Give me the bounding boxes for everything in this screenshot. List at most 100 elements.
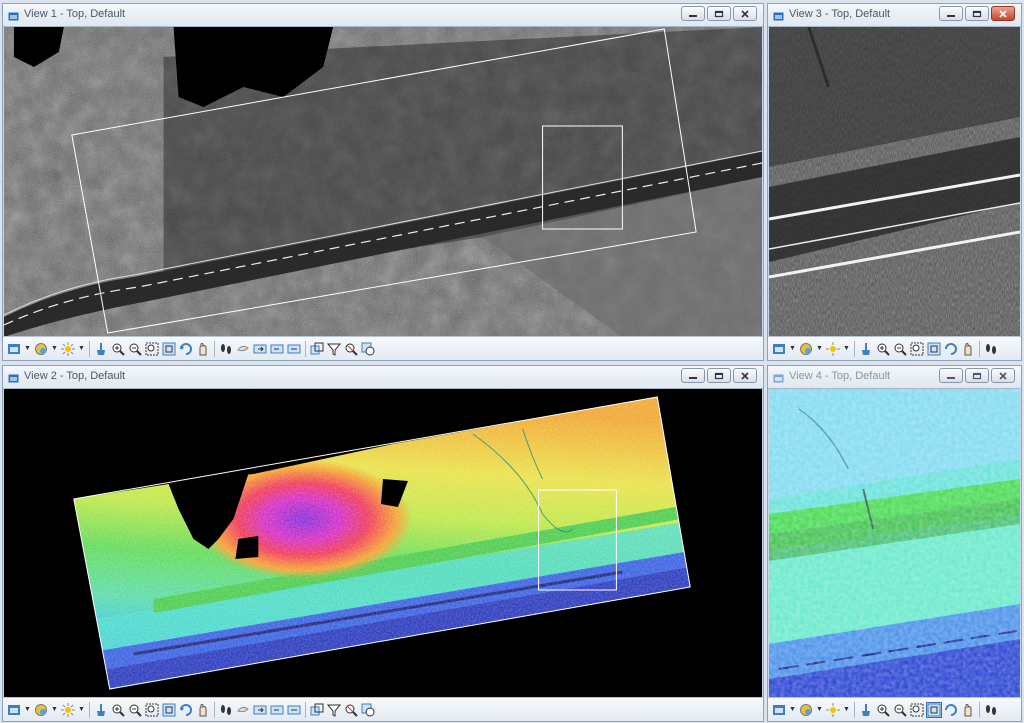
close-button[interactable] [991,6,1015,21]
clear-button[interactable] [94,342,108,356]
dropdown-arrow-icon[interactable]: ▼ [78,342,85,356]
lighting-button[interactable] [61,702,75,717]
zoom-out-button[interactable] [128,703,142,717]
pan-view-button[interactable] [196,703,210,717]
pan-view-button[interactable] [961,342,975,356]
rotate-view-button[interactable] [944,703,958,717]
update-button[interactable] [344,703,358,717]
next-view-button[interactable] [253,342,267,356]
copy-view-button[interactable] [270,703,284,717]
dropdown-arrow-icon[interactable]: ▼ [51,342,58,356]
dropdown-arrow-icon[interactable]: ▼ [816,342,823,356]
view-4-titlebar[interactable]: View 4 - Top, Default [768,366,1021,389]
view-2-window[interactable]: View 2 - Top, Default ▼ ▼ ▼ [2,365,764,722]
display-mode-button[interactable] [34,703,48,717]
zoom-in-button[interactable] [876,342,890,356]
zoom-out-button[interactable] [893,703,907,717]
walk-button[interactable] [219,342,233,356]
previous-view-button[interactable] [236,342,250,356]
dropdown-arrow-icon[interactable]: ▼ [789,703,796,717]
walk-button[interactable] [219,703,233,717]
view-settings-button[interactable] [361,342,375,356]
pan-view-button[interactable] [961,703,975,717]
restore-button[interactable] [707,6,731,21]
clip-mask-button[interactable] [327,703,341,717]
zoom-in-icon [112,704,125,717]
copy-view-button-2[interactable] [287,342,301,356]
window-area-button[interactable] [910,342,924,356]
copy-view-button[interactable] [270,342,284,356]
view-3-window[interactable]: View 3 - Top, Default ▼ ▼ ▼ [767,3,1022,361]
fit-view-button[interactable] [162,342,176,356]
view-4-window[interactable]: View 4 - Top, Default ▼ ▼ ▼ [767,365,1022,722]
clip-volume-button[interactable] [310,342,324,356]
dropdown-arrow-icon[interactable]: ▼ [816,703,823,717]
update-button[interactable] [344,342,358,356]
dropdown-arrow-icon[interactable]: ▼ [51,703,58,717]
dropdown-arrow-icon[interactable]: ▼ [789,342,796,356]
window-area-button[interactable] [910,703,924,717]
close-button[interactable] [733,368,757,383]
view-2-canvas[interactable] [4,389,762,698]
zoom-in-button[interactable] [876,703,890,717]
view-1-titlebar[interactable]: View 1 - Top, Default [3,4,763,27]
view-attributes-icon [773,704,785,715]
clip-mask-button[interactable] [327,342,341,356]
minimize-button[interactable] [939,368,963,383]
fit-view-button[interactable] [927,342,941,356]
lighting-button[interactable] [826,341,840,356]
window-area-button[interactable] [145,703,159,717]
dropdown-arrow-icon[interactable]: ▼ [843,703,850,717]
view-4-canvas[interactable] [769,389,1020,698]
clear-button[interactable] [94,703,108,717]
view-settings-button[interactable] [361,703,375,717]
display-mode-button[interactable] [799,342,813,356]
dropdown-arrow-icon[interactable]: ▼ [24,342,31,356]
display-mode-button[interactable] [34,342,48,356]
view-1-canvas[interactable] [4,27,762,337]
close-button[interactable] [733,6,757,21]
close-icon [741,371,749,380]
display-mode-button[interactable] [799,703,813,717]
clear-button[interactable] [859,703,873,717]
view-attributes-button[interactable] [772,342,786,356]
rotate-view-button[interactable] [179,342,193,356]
view-3-canvas[interactable] [769,27,1020,337]
view-1-window[interactable]: View 1 - Top, Default ▼ ▼ ▼ [2,3,764,361]
zoom-out-button[interactable] [893,342,907,356]
zoom-in-button[interactable] [111,703,125,717]
walk-button[interactable] [984,342,998,356]
view-attributes-button[interactable] [7,703,21,717]
walk-button[interactable] [984,703,998,717]
window-area-button[interactable] [145,342,159,356]
lighting-button[interactable] [826,702,840,717]
zoom-in-button[interactable] [111,342,125,356]
clip-volume-button[interactable] [310,703,324,717]
view-attributes-button[interactable] [772,703,786,717]
clear-button[interactable] [859,342,873,356]
pan-view-button[interactable] [196,342,210,356]
close-button[interactable] [991,368,1015,383]
restore-button[interactable] [965,6,989,21]
dropdown-arrow-icon[interactable]: ▼ [78,703,85,717]
restore-button[interactable] [965,368,989,383]
copy-view-button-2[interactable] [287,703,301,717]
previous-view-button[interactable] [236,703,250,717]
zoom-out-button[interactable] [128,342,142,356]
restore-button[interactable] [707,368,731,383]
view-attributes-button[interactable] [7,342,21,356]
view-3-titlebar[interactable]: View 3 - Top, Default [768,4,1021,27]
rotate-view-button[interactable] [179,703,193,717]
next-view-button[interactable] [253,703,267,717]
minimize-button[interactable] [681,368,705,383]
dropdown-arrow-icon[interactable]: ▼ [843,342,850,356]
fit-view-button[interactable] [162,703,176,717]
lighting-button[interactable] [61,341,75,356]
rotate-view-button[interactable] [944,342,958,356]
dropdown-arrow-icon[interactable]: ▼ [24,703,31,717]
view-2-titlebar[interactable]: View 2 - Top, Default [3,366,763,389]
fit-view-button[interactable] [926,701,942,718]
minimize-button[interactable] [939,6,963,21]
view-attributes-icon [8,343,20,354]
minimize-button[interactable] [681,6,705,21]
